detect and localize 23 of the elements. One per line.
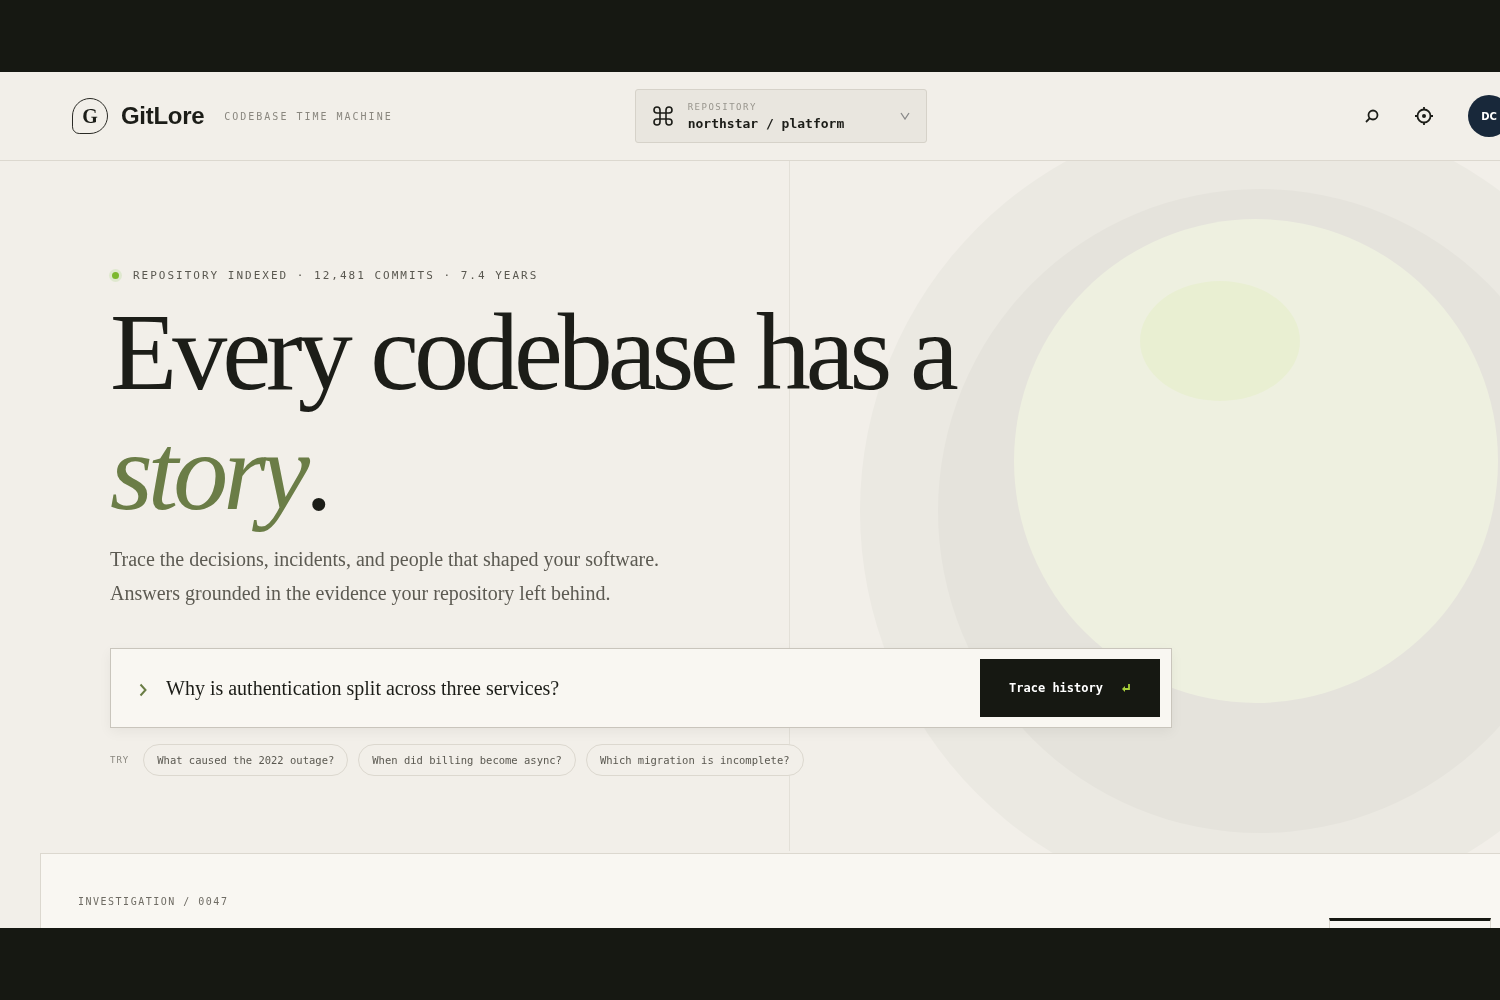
repository-label: REPOSITORY: [687, 101, 758, 112]
suggestion-chip[interactable]: What caused the 2022 outage?: [143, 744, 349, 776]
chevron-right-icon: [139, 683, 148, 697]
repository-selector[interactable]: REPOSITORY northstar / platform: [634, 89, 927, 143]
chevron-down-icon: [899, 112, 910, 120]
status-text: REPOSITORY INDEXED · 12,481 COMMITS · 7.4 YEARS: [133, 269, 539, 282]
tagline: CODEBASE TIME MACHINE: [224, 110, 393, 122]
suggestion-chip[interactable]: Which migration is incomplete?: [585, 744, 804, 776]
subtitle-line: Trace the decisions, incidents, and people that shaped your software.: [110, 547, 661, 573]
repository-name: northstar / platform: [687, 115, 846, 131]
trace-history-button[interactable]: Trace history: [980, 659, 1160, 717]
command-icon: [651, 105, 674, 127]
subtitle-line: Answers grounded in the evidence your repository left behind.: [110, 581, 612, 607]
brand-name: GitLore: [121, 102, 205, 130]
question-field[interactable]: Why is authentication split across three services? Trace history: [110, 648, 1172, 728]
investigation-label: INVESTIGATION / 0047: [78, 896, 230, 907]
settings-icon[interactable]: [1414, 106, 1434, 126]
user-avatar[interactable]: DC: [1468, 95, 1500, 137]
headline: Every codebase has a story.: [110, 292, 956, 535]
return-icon: [1120, 683, 1131, 693]
suggestion-chip[interactable]: When did billing become async?: [358, 744, 576, 776]
try-label: TRY: [110, 755, 130, 765]
search-icon[interactable]: [1364, 108, 1380, 124]
